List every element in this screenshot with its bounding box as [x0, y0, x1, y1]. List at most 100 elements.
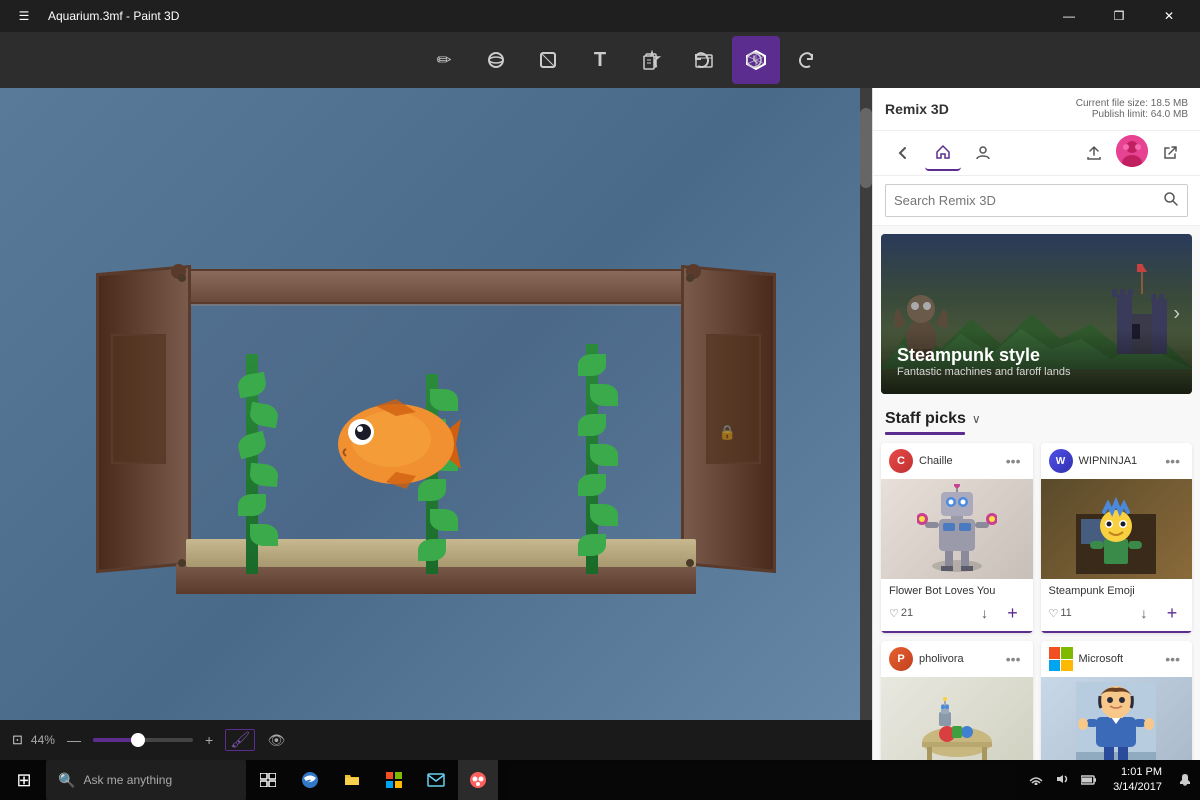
- brush-tool[interactable]: ✏: [420, 36, 468, 84]
- remix-user-avatar[interactable]: [1116, 135, 1148, 167]
- canvas-area[interactable]: 🔒 ⊡ 44% — + 🖌 👁: [0, 88, 872, 760]
- zoom-track-fill: [93, 738, 133, 742]
- hero-banner-content: Steampunk style Fantastic machines and f…: [881, 329, 1192, 394]
- steampunk-emoji-more-button[interactable]: •••: [1161, 453, 1184, 469]
- taskbar-mail[interactable]: [416, 760, 456, 800]
- microsoft-thumbnail: [1041, 677, 1193, 760]
- remix-user-button[interactable]: [965, 135, 1001, 171]
- redo-button[interactable]: [782, 36, 830, 84]
- remix-nav: [873, 131, 1200, 176]
- visibility-button[interactable]: 👁: [263, 732, 289, 749]
- item-card-header: C Chaille •••: [881, 443, 1033, 479]
- taskbar-paint3d-active[interactable]: [458, 760, 498, 800]
- restore-button[interactable]: ❒: [1096, 0, 1142, 32]
- steampunk-emoji-underline: [1041, 631, 1193, 633]
- zoom-slider[interactable]: [93, 738, 193, 742]
- taskbar-right-area: 1:01 PM 3/14/2017: [1025, 765, 1196, 796]
- item-card-header: W WIPNINJA1 •••: [1041, 443, 1193, 479]
- search-taskbar-button[interactable]: 🔍 Ask me anything: [46, 760, 246, 800]
- hamburger-button[interactable]: ☰: [8, 0, 40, 32]
- zoom-slider-thumb[interactable]: [131, 733, 145, 747]
- undo-button[interactable]: [678, 36, 726, 84]
- taskbar-file-explorer[interactable]: [332, 760, 372, 800]
- pholivora-username: pholivora: [919, 653, 996, 665]
- canvas-scrollbar[interactable]: [860, 88, 872, 720]
- flower-bot-actions: ♡ 21 ↓ +: [881, 601, 1033, 631]
- steampunk-emoji-download-button[interactable]: ↓: [1132, 601, 1156, 625]
- hero-banner[interactable]: Steampunk style Fantastic machines and f…: [881, 234, 1192, 394]
- current-file-size: Current file size: 18.5 MB: [1076, 98, 1188, 109]
- staff-picks-expand-icon[interactable]: ∨: [972, 412, 981, 426]
- history-button[interactable]: [730, 36, 778, 84]
- item-card-steampunk-emoji[interactable]: W WIPNINJA1 •••: [1041, 443, 1193, 633]
- paint-bucket-button[interactable]: 🖌: [225, 729, 255, 751]
- taskbar-notifications-icon[interactable]: [1174, 768, 1196, 793]
- search-icon[interactable]: [1163, 191, 1179, 210]
- flower-bot-download-button[interactable]: ↓: [973, 601, 997, 625]
- wipninja-username: WIPNINJA1: [1079, 455, 1156, 467]
- taskbar-clock[interactable]: 1:01 PM 3/14/2017: [1105, 765, 1170, 796]
- search-input[interactable]: [894, 193, 1163, 208]
- remix-header: Remix 3D Current file size: 18.5 MB Publ…: [873, 88, 1200, 131]
- pholivora-more-button[interactable]: •••: [1002, 651, 1025, 667]
- steampunk-emoji-title: Steampunk Emoji: [1041, 579, 1193, 601]
- hero-next-arrow[interactable]: ›: [1173, 303, 1180, 326]
- taskbar-store[interactable]: [374, 760, 414, 800]
- steampunk-emoji-actions: ♡ 11 ↓ +: [1041, 601, 1193, 631]
- remix-upload-button[interactable]: [1076, 135, 1112, 171]
- flower-bot-like-button[interactable]: ♡ 21: [889, 607, 913, 620]
- item-card-pholivora[interactable]: P pholivora •••: [881, 641, 1033, 760]
- flower-bot-likes: 21: [901, 607, 913, 619]
- remix-panel-title: Remix 3D: [885, 101, 949, 117]
- remix-content[interactable]: Steampunk style Fantastic machines and f…: [873, 226, 1200, 760]
- title-bar-left: ☰ Aquarium.3mf - Paint 3D: [8, 0, 179, 32]
- microsoft-avatar: [1049, 647, 1073, 671]
- toolbar-right-actions: [626, 36, 830, 84]
- taskbar-battery-icon[interactable]: [1077, 769, 1101, 792]
- staff-picks-underline: [885, 432, 965, 435]
- hero-subtitle: Fantastic machines and faroff lands: [897, 366, 1176, 378]
- title-bar: ☰ Aquarium.3mf - Paint 3D — ❒ ✕: [0, 0, 1200, 32]
- taskbar-volume-icon[interactable]: [1051, 769, 1073, 792]
- paste-button[interactable]: [626, 36, 674, 84]
- crop-button[interactable]: ⊡: [12, 732, 23, 748]
- remix-home-button[interactable]: [925, 135, 961, 171]
- item-card-header: P pholivora •••: [881, 641, 1033, 677]
- item-card-header: Microsoft •••: [1041, 641, 1193, 677]
- app-title: Aquarium.3mf - Paint 3D: [48, 9, 179, 23]
- minimize-button[interactable]: —: [1046, 0, 1092, 32]
- cortana-icon: 🔍: [58, 772, 75, 789]
- close-button[interactable]: ✕: [1146, 0, 1192, 32]
- scroll-thumb[interactable]: [860, 108, 872, 188]
- hero-title: Steampunk style: [897, 345, 1176, 366]
- search-input-wrapper[interactable]: [885, 184, 1188, 217]
- steampunk-emoji-thumbnail: [1041, 479, 1193, 579]
- zoom-controls: ⊡ 44% — + 🖌 👁: [0, 720, 872, 760]
- remix-external-link-button[interactable]: [1152, 135, 1188, 171]
- item-card-flower-bot[interactable]: C Chaille •••: [881, 443, 1033, 633]
- chaille-avatar: C: [889, 449, 913, 473]
- 3d-shapes-tool[interactable]: [472, 36, 520, 84]
- taskbar-edge[interactable]: [290, 760, 330, 800]
- taskbar-date-display: 3/14/2017: [1113, 780, 1162, 795]
- taskbar-network-icon[interactable]: [1025, 769, 1047, 792]
- title-bar-controls: — ❒ ✕: [1046, 0, 1192, 32]
- publish-limit: Publish limit: 64.0 MB: [1076, 109, 1188, 120]
- staff-picks-section-header: Staff picks ∨: [873, 402, 1200, 432]
- 3d-model-aquarium: 🔒: [96, 214, 776, 634]
- zoom-decrease-button[interactable]: —: [63, 732, 85, 748]
- remix-nav-right: [1076, 135, 1188, 171]
- text-tool[interactable]: T: [576, 36, 624, 84]
- 2d-shapes-tool[interactable]: [524, 36, 572, 84]
- remix-back-button[interactable]: [885, 135, 921, 171]
- zoom-increase-button[interactable]: +: [201, 732, 217, 748]
- item-card-microsoft[interactable]: Microsoft •••: [1041, 641, 1193, 760]
- task-view-button[interactable]: [248, 760, 288, 800]
- microsoft-more-button[interactable]: •••: [1161, 651, 1184, 667]
- steampunk-emoji-add-button[interactable]: +: [1160, 601, 1184, 625]
- flower-bot-add-button[interactable]: +: [1001, 601, 1025, 625]
- steampunk-emoji-like-button[interactable]: ♡ 11: [1049, 607, 1072, 620]
- flower-bot-more-button[interactable]: •••: [1002, 453, 1025, 469]
- main-toolbar: ✏ T: [0, 32, 1200, 88]
- start-button[interactable]: ⊞: [4, 760, 44, 800]
